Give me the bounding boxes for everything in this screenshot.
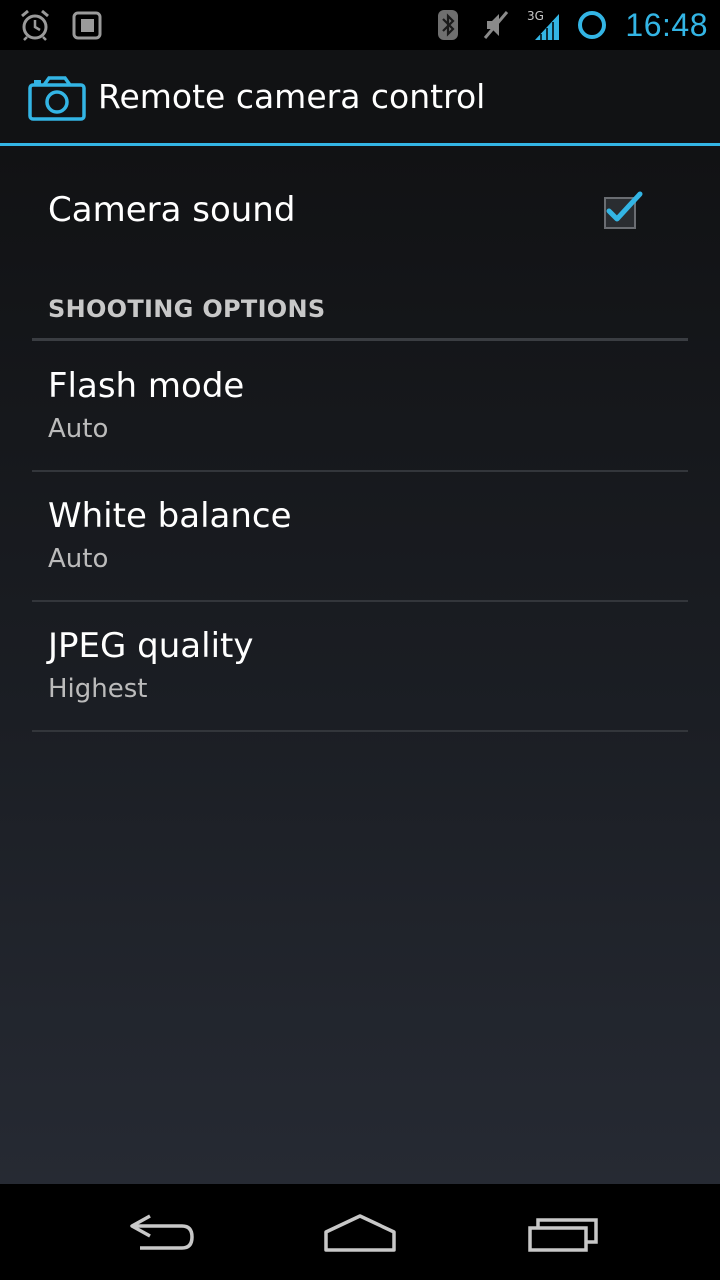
network-label: 3G [527, 9, 544, 23]
back-icon[interactable] [120, 1210, 200, 1254]
bluetooth-icon [438, 10, 459, 40]
divider [32, 730, 688, 732]
jpeg-quality-title: JPEG quality [48, 626, 254, 666]
camera-sound-title: Camera sound [48, 190, 296, 230]
sync-icon [578, 11, 607, 39]
action-bar: Remote camera control [0, 50, 720, 146]
status-left [18, 8, 104, 42]
mute-icon [484, 11, 509, 39]
jpeg-quality-summary: Highest [48, 674, 148, 704]
camera-sound-checkbox[interactable] [600, 190, 646, 230]
recent-apps-icon[interactable] [524, 1210, 604, 1254]
flash-mode-summary: Auto [48, 414, 109, 444]
category-label: SHOOTING OPTIONS [48, 295, 326, 323]
white-balance-preference[interactable]: White balance Auto [0, 472, 720, 602]
white-balance-title: White balance [48, 496, 292, 536]
camera-sound-preference[interactable]: Camera sound [0, 146, 720, 278]
jpeg-quality-preference[interactable]: JPEG quality Highest [0, 602, 720, 732]
shooting-options-header: SHOOTING OPTIONS [32, 291, 688, 341]
status-bar: 3G 16:48 [0, 0, 720, 50]
white-balance-summary: Auto [48, 544, 109, 574]
camera-icon[interactable] [28, 76, 86, 122]
notification-icon [72, 11, 102, 40]
alarm-icon [21, 9, 49, 41]
signal-icon: 3G [527, 9, 560, 40]
navigation-bar [0, 1184, 720, 1280]
flash-mode-title: Flash mode [48, 366, 245, 406]
preferences-list: Camera sound SHOOTING OPTIONS Flash mode… [0, 146, 720, 1184]
screen: 3G 16:48 Remote camera control Camera so… [0, 0, 720, 1280]
status-clock: 16:48 [625, 6, 708, 43]
home-icon[interactable] [320, 1210, 400, 1254]
page-title: Remote camera control [98, 77, 486, 116]
status-right: 3G 16:48 [431, 4, 708, 46]
flash-mode-preference[interactable]: Flash mode Auto [0, 342, 720, 472]
